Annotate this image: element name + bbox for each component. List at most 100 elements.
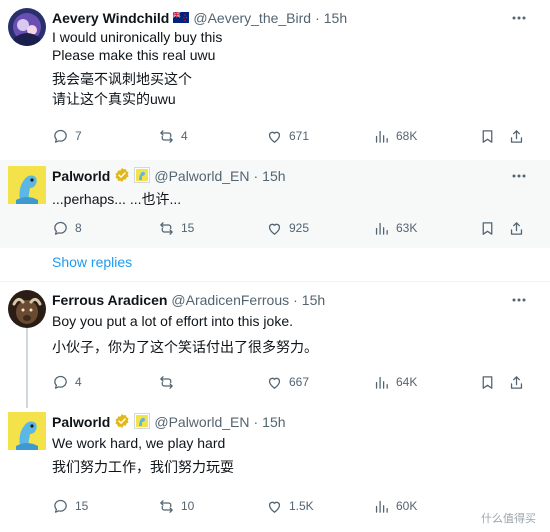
reply-count: 8 [75, 221, 82, 235]
affiliate-badge-icon[interactable] [134, 166, 151, 186]
like-count: 1.5K [289, 499, 314, 513]
reply-icon [54, 129, 67, 143]
like-count: 671 [289, 129, 310, 143]
reply-icon [54, 375, 67, 389]
like-icon [268, 131, 281, 143]
reply-icon [54, 499, 67, 513]
retweet-count: 10 [181, 499, 195, 513]
tweet-actions: 7 4 671 68K [52, 126, 532, 146]
retweet-button[interactable]: 4 [158, 126, 188, 146]
avatar-image [8, 290, 46, 328]
avatar-image [8, 8, 46, 46]
bookmark-button[interactable] [479, 218, 496, 238]
separator-dot: · [253, 168, 259, 184]
reply-button[interactable]: 15 [52, 496, 88, 516]
tweet-text-line: I would unironically buy this [52, 29, 223, 45]
like-button[interactable]: 671 [266, 126, 309, 146]
retweet-icon [160, 499, 173, 513]
timestamp[interactable]: 15h [262, 414, 285, 430]
reply-button[interactable]: 4 [52, 372, 82, 392]
author-name[interactable]: Ferrous Aradicen [52, 292, 167, 308]
author-handle[interactable]: @Aevery_the_Bird [193, 10, 311, 26]
reply-icon [54, 221, 67, 235]
affiliate-badge-icon[interactable] [134, 412, 151, 432]
bookmark-button[interactable] [479, 126, 496, 146]
reply-button[interactable]: 7 [52, 126, 82, 146]
author-name[interactable]: Aevery Windchild [52, 10, 169, 26]
retweet-button[interactable]: 15 [158, 218, 194, 238]
reply-count: 4 [75, 375, 82, 389]
author-handle[interactable]: @Palworld_EN [154, 414, 249, 430]
tweet-text-line: 请让这个真实的uwu [52, 91, 176, 107]
views-button[interactable]: 64K [373, 372, 417, 392]
retweet-button[interactable]: 10 [158, 496, 194, 516]
author-handle[interactable]: @Palworld_EN [154, 168, 249, 184]
more-icon[interactable] [510, 167, 528, 185]
bookmark-icon [482, 129, 493, 143]
retweet-count: 15 [181, 221, 195, 235]
views-icon [375, 222, 388, 235]
tweet-palworld-reply-2[interactable]: Palworld @Palworld_EN · 15h We work hard… [0, 408, 550, 532]
bookmark-button[interactable] [479, 372, 496, 392]
tweet-palworld-reply[interactable]: Palworld @Palworld_EN · 15h ...perhaps..… [0, 160, 550, 248]
views-count: 60K [396, 499, 418, 513]
avatar[interactable] [8, 8, 46, 46]
tweet-ferrous[interactable]: Ferrous Aradicen @AradicenFerrous · 15h … [0, 282, 550, 408]
share-button[interactable] [508, 218, 525, 238]
author-name[interactable]: Palworld [52, 168, 110, 184]
views-count: 64K [396, 375, 418, 389]
separator-dot: · [253, 414, 259, 430]
show-replies-link[interactable]: Show replies [52, 254, 132, 270]
timestamp[interactable]: 15h [324, 10, 347, 26]
retweet-button[interactable] [158, 372, 181, 392]
verified-badge-icon [114, 167, 130, 186]
tweet-text-line: ...perhaps... ...也许... [52, 191, 182, 207]
reply-count: 7 [75, 129, 82, 143]
bookmark-icon [482, 221, 493, 235]
timestamp[interactable]: 15h [262, 168, 285, 184]
more-icon[interactable] [510, 291, 528, 309]
avatar[interactable] [8, 290, 46, 328]
like-button[interactable]: 667 [266, 372, 309, 392]
reply-count: 15 [75, 499, 89, 513]
avatar[interactable] [8, 166, 46, 204]
views-icon [375, 376, 388, 389]
views-button[interactable]: 60K [373, 496, 417, 516]
views-count: 68K [396, 129, 418, 143]
separator-dot: · [293, 292, 298, 308]
more-icon[interactable] [510, 9, 528, 27]
share-icon [510, 221, 523, 235]
separator-dot: · [315, 10, 320, 26]
like-button[interactable]: 925 [266, 218, 309, 238]
thread-line [26, 328, 28, 408]
like-button[interactable]: 1.5K [266, 496, 314, 516]
tweet-actions: 8 15 925 63K [52, 218, 532, 238]
like-count: 667 [289, 375, 310, 389]
avatar[interactable] [8, 412, 46, 450]
retweet-icon [160, 129, 173, 143]
views-icon [375, 130, 388, 143]
like-icon [268, 377, 281, 389]
tweet-aevery[interactable]: Aevery Windchild @Aevery_the_Bird · 15h … [0, 0, 550, 160]
share-button[interactable] [508, 126, 525, 146]
tweet-text-line: 我会毫不讽刺地买这个 [52, 71, 192, 87]
reply-button[interactable]: 8 [52, 218, 82, 238]
retweet-icon [160, 375, 173, 389]
share-button[interactable] [508, 372, 525, 392]
tweet-actions: 15 10 1.5K 60K [52, 496, 532, 516]
retweet-count: 4 [181, 129, 188, 143]
palworld-logo-avatar [8, 412, 46, 450]
share-icon [510, 375, 523, 389]
tweet-text-line: We work hard, we play hard [52, 435, 226, 451]
author-name[interactable]: Palworld [52, 414, 110, 430]
tweet-actions: 4 667 64K [52, 372, 532, 392]
views-button[interactable]: 68K [373, 126, 417, 146]
tweet-text-line: 小伙子，你为了这个笑话付出了很多努力。 [52, 339, 318, 355]
tweet-text-line: Please make this real uwu [52, 47, 216, 63]
views-button[interactable]: 63K [373, 218, 417, 238]
timestamp[interactable]: 15h [302, 292, 325, 308]
share-icon [510, 129, 523, 143]
like-icon [268, 501, 281, 513]
author-handle[interactable]: @AradicenFerrous [171, 292, 289, 308]
nz-flag-icon [172, 10, 190, 26]
